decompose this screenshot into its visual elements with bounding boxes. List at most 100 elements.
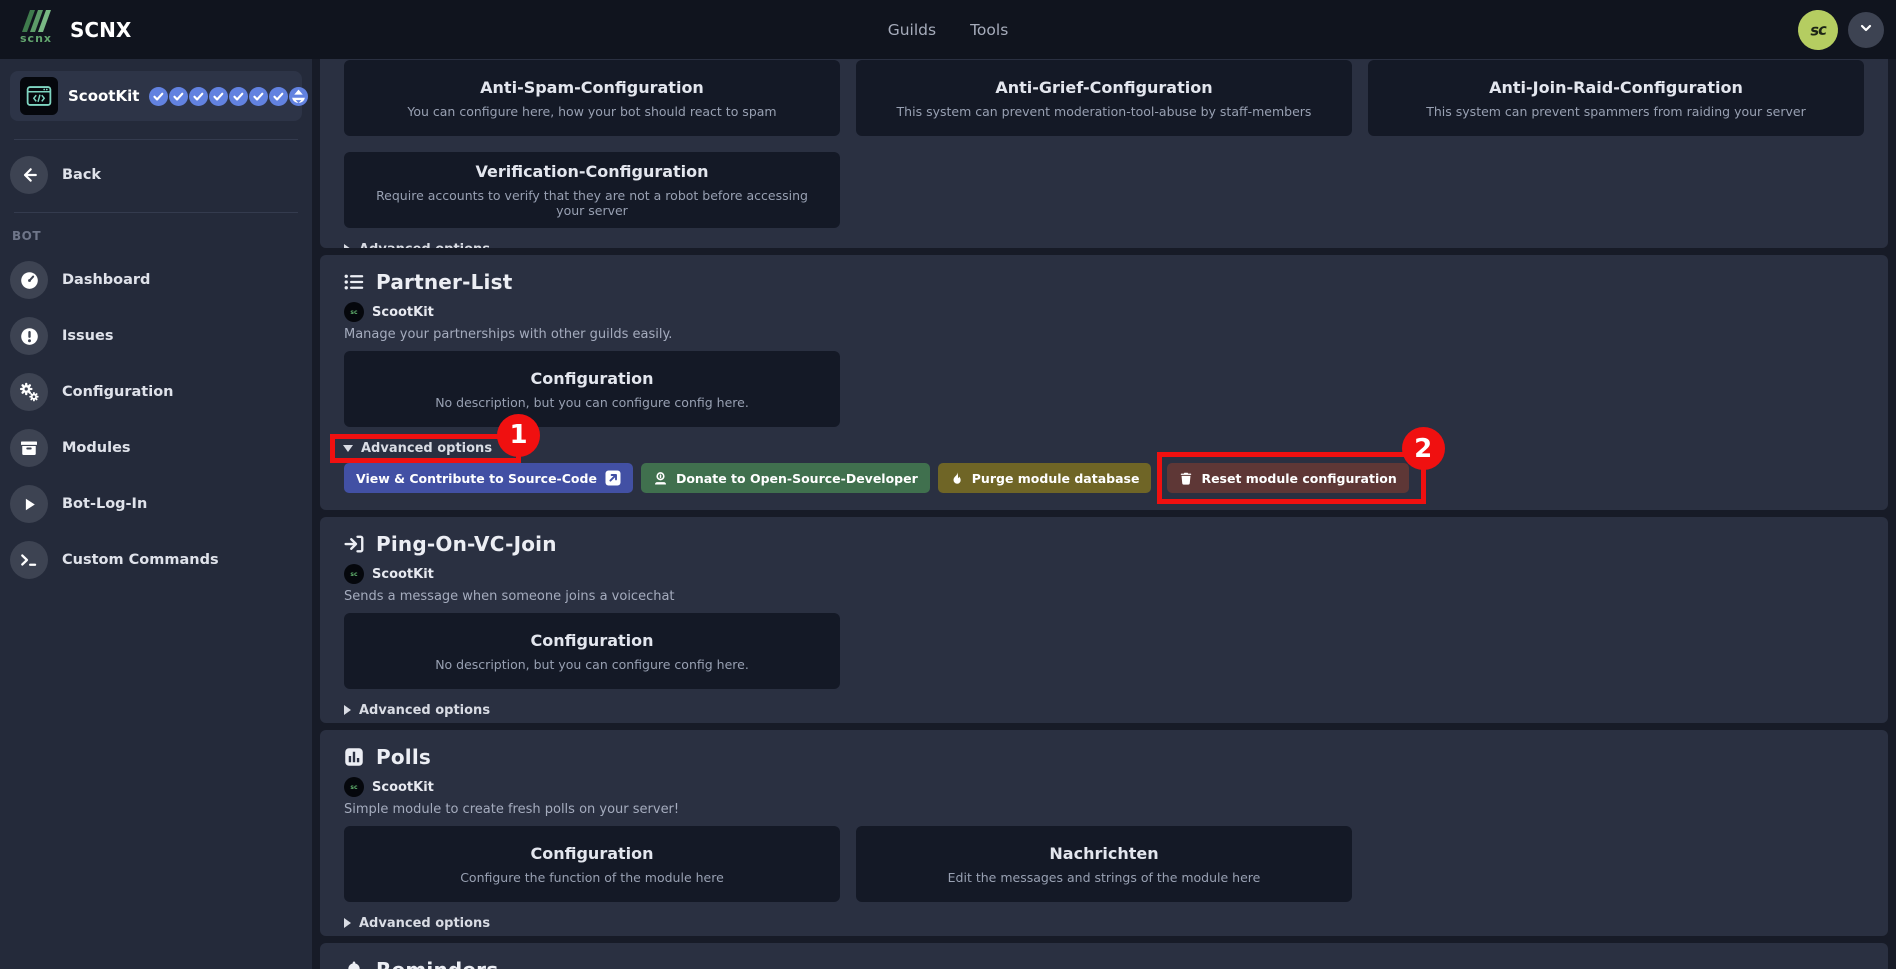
- sidebar: ScootKit Back BOT DashboardIssuesConfigu…: [0, 59, 312, 969]
- sidebar-item-label: Bot-Log-In: [62, 496, 147, 512]
- nav-link-tools[interactable]: Tools: [970, 21, 1008, 39]
- annotation-marker-1: 1: [497, 414, 540, 457]
- module-description: Simple module to create fresh polls on y…: [344, 802, 1864, 817]
- check-badge-icon: [229, 87, 248, 106]
- annotation-box-2: Reset module configuration2: [1157, 452, 1425, 504]
- donate-button[interactable]: Donate to Open-Source-Developer: [641, 463, 930, 493]
- check-badge-icon: [269, 87, 288, 106]
- caret-right-icon: [344, 705, 351, 715]
- scootkit-avatar: sc: [344, 777, 364, 797]
- advanced-options-toggle[interactable]: Advanced options: [344, 703, 490, 718]
- module-card[interactable]: Anti-Join-Raid-Configuration This system …: [1368, 60, 1864, 136]
- sidebar-item-modules[interactable]: Modules: [10, 429, 302, 467]
- issues-icon: [10, 317, 48, 355]
- main-content: Anti-Spam-ConfigurationYou can configure…: [320, 33, 1888, 969]
- scootkit-avatar: sc: [344, 564, 364, 584]
- module-section-reminders: Reminders: [320, 943, 1888, 969]
- module-owner: sc ScootKit: [344, 777, 1864, 797]
- module-owner-name: ScootKit: [372, 305, 434, 320]
- user-menu-button[interactable]: [1848, 12, 1884, 48]
- scnx-logo-word: scnx: [20, 34, 52, 44]
- top-navbar: scnx SCNX Guilds Tools sc: [0, 0, 1896, 59]
- module-header: Polls: [344, 743, 1864, 770]
- module-card[interactable]: Nachrichten Edit the messages and strings…: [856, 826, 1352, 902]
- sidebar-item-bot-log-in[interactable]: Bot-Log-In: [10, 485, 302, 523]
- donate-icon: [653, 471, 668, 486]
- sidebar-item-label: Configuration: [62, 384, 174, 400]
- module-card[interactable]: Verification-ConfigurationRequire accoun…: [344, 152, 840, 228]
- annotation-marker-2: 2: [1402, 427, 1445, 470]
- caret-right-icon: [344, 918, 351, 928]
- sidebar-item-label: Modules: [62, 440, 131, 456]
- advanced-options-label: Advanced options: [359, 242, 490, 249]
- check-badge-icon: [189, 87, 208, 106]
- sidebar-item-dashboard[interactable]: Dashboard: [10, 261, 302, 299]
- check-badge-icon: [169, 87, 188, 106]
- caret-right-icon: [344, 244, 351, 248]
- module-description: Sends a message when someone joins a voi…: [344, 589, 1864, 604]
- sidebar-item-issues[interactable]: Issues: [10, 317, 302, 355]
- advanced-options-label: Advanced options: [359, 916, 490, 931]
- card-subtitle: No description, but you can configure co…: [435, 395, 749, 410]
- card-subtitle: Edit the messages and strings of the mod…: [948, 870, 1261, 885]
- sidebar-menu: Dashboard Issues Configuration Modules Bot-L…: [10, 261, 302, 579]
- modules-icon: [10, 429, 48, 467]
- module-description: Manage your partnerships with other guil…: [344, 327, 1864, 342]
- card-title: Nachrichten: [1049, 844, 1158, 863]
- card-title: Configuration: [530, 844, 653, 863]
- card-subtitle: Require accounts to verify that they are…: [364, 188, 820, 218]
- module-owner-name: ScootKit: [372, 780, 434, 795]
- module-title: Polls: [376, 745, 431, 769]
- advanced-options-row: Advanced options: [344, 701, 1864, 719]
- dashboard-icon: [10, 261, 48, 299]
- sidebar-item-label: Dashboard: [62, 272, 150, 288]
- sidebar-item-custom-commands[interactable]: Custom Commands: [10, 541, 302, 579]
- fire-icon: [950, 471, 964, 486]
- module-card-grid: ConfigurationConfigure the function of t…: [344, 826, 1864, 902]
- module-title: Ping-On-VC-Join: [376, 532, 557, 556]
- guild-badge-row: [149, 87, 308, 106]
- guild-card[interactable]: ScootKit: [10, 71, 302, 121]
- module-card[interactable]: Configuration No description, but you can…: [344, 351, 840, 427]
- sidebar-item-label: Issues: [62, 328, 113, 344]
- module-header: Reminders: [344, 956, 1864, 969]
- module-owner: sc ScootKit: [344, 302, 1864, 322]
- module-header: Partner-List: [344, 268, 1864, 295]
- module-card[interactable]: Anti-Grief-ConfigurationThis system can …: [856, 60, 1352, 136]
- card-title: Configuration: [530, 631, 653, 650]
- fire-button[interactable]: Purge module database: [938, 463, 1152, 493]
- external-link-button[interactable]: View & Contribute to Source-Code: [344, 463, 633, 493]
- module-card[interactable]: ConfigurationNo description, but you can…: [344, 613, 840, 689]
- annotation-box-1: Advanced options1: [330, 434, 521, 463]
- card-title: Configuration: [530, 369, 653, 388]
- user-avatar[interactable]: sc: [1797, 8, 1840, 51]
- poll-icon: [344, 747, 364, 767]
- advanced-options-row: Advanced options: [344, 240, 1864, 248]
- nav-user-area: sc: [1798, 0, 1884, 59]
- configuration-icon: [10, 373, 48, 411]
- guild-name: ScootKit: [68, 87, 139, 105]
- module-card[interactable]: ConfigurationConfigure the function of t…: [344, 826, 840, 902]
- sign-in-icon: [344, 534, 364, 554]
- advanced-options-toggle[interactable]: Advanced options: [344, 916, 490, 931]
- sidebar-item-configuration[interactable]: Configuration: [10, 373, 302, 411]
- brand[interactable]: scnx SCNX: [16, 8, 131, 52]
- card-subtitle: This system can prevent spammers from ra…: [1426, 104, 1805, 119]
- advanced-options-toggle[interactable]: Advanced options: [344, 242, 490, 249]
- back-button[interactable]: Back: [10, 156, 302, 194]
- external-link-icon: [605, 470, 621, 486]
- updown-badge-icon: [289, 87, 308, 106]
- module-card[interactable]: Anti-Spam-ConfigurationYou can configure…: [344, 60, 840, 136]
- module-section-partner-list: Partner-List sc ScootKit Manage your partne…: [320, 255, 1888, 510]
- card-title: Anti-Join-Raid-Configuration: [1489, 78, 1743, 97]
- module-owner-name: ScootKit: [372, 567, 434, 582]
- arrow-left-icon: [10, 156, 48, 194]
- trash-button[interactable]: Reset module configuration: [1167, 463, 1408, 493]
- check-badge-icon: [209, 87, 228, 106]
- nav-link-guilds[interactable]: Guilds: [888, 21, 936, 39]
- chevron-down-icon: [1858, 20, 1874, 40]
- button-label: View & Contribute to Source-Code: [356, 471, 597, 486]
- advanced-options-toggle[interactable]: Advanced options: [343, 441, 492, 456]
- scootkit-avatar: sc: [344, 302, 364, 322]
- caret-down-icon: [343, 445, 353, 452]
